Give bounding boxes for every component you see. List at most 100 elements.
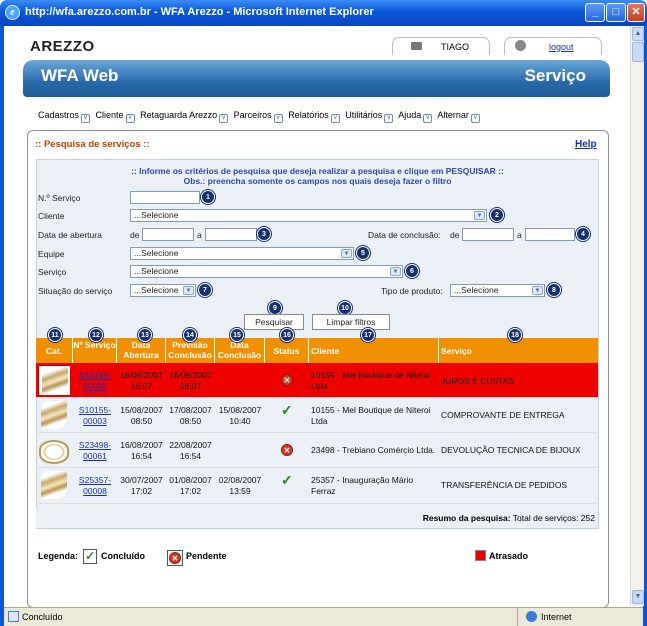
cliente-select[interactable]: ...Selecione ▼ [130, 209, 487, 222]
cliente-cell: 10155 - Mel Boutique de Niteroi Ltda [311, 370, 431, 391]
status-text: Concluído [22, 612, 63, 622]
globe-icon [526, 611, 537, 622]
callout-15: 15 [230, 328, 244, 342]
table-row[interactable]: S23498-00061 16/08/2007 16:54 22/08/2007… [36, 433, 598, 468]
data-conclusao-label: Data de conclusão: [368, 230, 441, 240]
internet-explorer-icon: e [5, 5, 20, 20]
n-servico-cell[interactable]: S10155-00003 [73, 405, 117, 426]
table-row[interactable]: S10155-00003 15/08/2007 08:50 17/08/2007… [36, 398, 598, 433]
abertura-cell: 30/07/2007 17:02 [120, 475, 163, 496]
menu-item-retaguarda[interactable]: Retaguarda Arezzo v [140, 110, 231, 123]
abertura-cell: 15/08/2007 08:50 [120, 405, 163, 426]
dropdown-arrow-icon: ▼ [341, 249, 352, 258]
legend-pendente: Pendente [186, 551, 227, 561]
atrasado-legend-swatch [475, 550, 486, 561]
callout-14: 14 [183, 328, 197, 342]
dropdown-arrow-icon: ▼ [183, 286, 194, 295]
minimize-button[interactable]: _ [585, 3, 605, 22]
callout-17: 17 [361, 328, 375, 342]
data-abertura-de: de [130, 230, 140, 240]
scroll-up-icon[interactable]: ▲ [632, 27, 644, 41]
servico-cell: TRANSFERÊNCIA DE PEDIDOS [441, 480, 568, 490]
data-abertura-to-input[interactable] [205, 228, 257, 241]
menu-item-relatorios[interactable]: Relatórios v [288, 110, 343, 123]
concluido-legend-icon: ✓ [83, 549, 97, 564]
dropdown-arrow-icon: ▼ [474, 211, 485, 220]
status-divider [517, 608, 518, 626]
concluido-icon: ✓ [280, 476, 294, 487]
scroll-thumb[interactable] [632, 42, 644, 62]
servico-select[interactable]: ...Selecione ▼ [130, 265, 403, 278]
n-servico-cell[interactable]: S23498-00061 [73, 440, 117, 461]
status-bar: Concluído Internet [4, 607, 643, 626]
menu-item-alternar[interactable]: Alternar v [437, 110, 483, 123]
scroll-down-icon[interactable]: ▼ [632, 590, 644, 604]
close-button[interactable]: ✕ [627, 3, 645, 22]
power-icon[interactable] [515, 40, 526, 51]
legend-title: Legenda: [38, 551, 79, 561]
tipo-produto-select[interactable]: ...Selecione ▼ [450, 284, 545, 297]
abertura-cell: 16/08/2007 16:07 [120, 370, 163, 391]
chevron-down-icon: v [219, 114, 229, 123]
pendente-legend-icon: ✕ [167, 550, 183, 566]
table-row[interactable]: S25357-00008 30/07/2007 17:02 01/08/2007… [36, 468, 598, 504]
category-cell [38, 365, 71, 396]
table-row[interactable]: S10155-00002 16/08/2007 16:07 16/08/2007… [36, 363, 598, 398]
status-cell: ✕ [265, 444, 309, 456]
menu-item-utilitarios[interactable]: Utilitários v [345, 110, 396, 123]
status-cell: ✕ [265, 374, 309, 386]
chevron-down-icon: v [330, 114, 340, 123]
vertical-scrollbar[interactable]: ▲ ▼ [630, 26, 644, 606]
n-servico-cell[interactable]: S10155-00002 [73, 370, 117, 391]
user-name: TIAGO [441, 42, 470, 52]
n-servico-cell[interactable]: S25357-00008 [73, 475, 117, 496]
data-conclusao-a: a [517, 230, 522, 240]
callout-5: 5 [356, 246, 370, 260]
maximize-button[interactable]: □ [606, 3, 626, 22]
menu-item-cadastros[interactable]: Cadastros v [38, 110, 93, 123]
logout-link[interactable]: logout [549, 42, 574, 52]
data-abertura-from-input[interactable] [142, 228, 194, 241]
sandal-icon [42, 367, 68, 395]
col-data-conclusao: Data Conclusão [215, 338, 265, 363]
pendente-icon: ✕ [281, 444, 293, 456]
callout-16: 16 [280, 328, 294, 342]
data-conclusao-to-input[interactable] [525, 228, 575, 241]
menu-item-parceiros[interactable]: Parceiros v [234, 110, 286, 123]
pesquisar-button[interactable]: Pesquisar [244, 314, 304, 330]
window-title: http://wfa.arezzo.com.br - WFA Arezzo - … [25, 6, 374, 18]
n-servico-input[interactable] [130, 191, 200, 204]
sandal-icon [41, 401, 67, 429]
dropdown-arrow-icon: ▼ [532, 286, 543, 295]
concluido-icon: ✓ [280, 406, 294, 417]
cliente-label: Cliente [38, 211, 65, 221]
previsao-cell: 17/08/2007 08:50 [169, 405, 212, 426]
menu-item-cliente[interactable]: Cliente v [96, 110, 138, 123]
help-link[interactable]: Help [575, 139, 597, 150]
summary-label: Resumo da pesquisa: [422, 513, 511, 523]
data-conclusao-from-input[interactable] [462, 228, 514, 241]
menu-item-ajuda[interactable]: Ajuda v [398, 110, 435, 123]
callout-2: 2 [490, 208, 504, 222]
cliente-cell: 23498 - Trebiano Comércio Ltda. [311, 445, 436, 455]
data-abertura-label: Data de abertura [38, 230, 102, 240]
limpar-filtros-button[interactable]: Limpar filtros [312, 314, 390, 330]
callout-8: 8 [547, 283, 561, 297]
previsao-cell: 16/08/2007 16:07 [169, 370, 212, 391]
situacao-select[interactable]: ...Selecione ▼ [130, 284, 196, 297]
callout-3: 3 [257, 227, 271, 241]
zone-text: Internet [541, 612, 572, 622]
window-titlebar[interactable]: e http://wfa.arezzo.com.br - WFA Arezzo … [0, 0, 647, 26]
chevron-down-icon: v [384, 114, 394, 123]
equipe-select[interactable]: ...Selecione ▼ [130, 247, 354, 260]
app-banner: WFA Web Serviço [23, 60, 610, 97]
panel-title: :: Pesquisa de serviços :: [35, 139, 150, 150]
equipe-label: Equipe [38, 249, 65, 259]
dropdown-arrow-icon: ▼ [390, 267, 401, 276]
col-servico: Serviço [439, 338, 598, 363]
ring-icon [39, 440, 69, 466]
instruction-note: Obs.: preencha somente os campos nos qua… [183, 176, 452, 186]
previsao-cell: 01/08/2007 17:02 [169, 475, 212, 496]
callout-12: 12 [89, 328, 103, 342]
callout-4: 4 [576, 227, 590, 241]
